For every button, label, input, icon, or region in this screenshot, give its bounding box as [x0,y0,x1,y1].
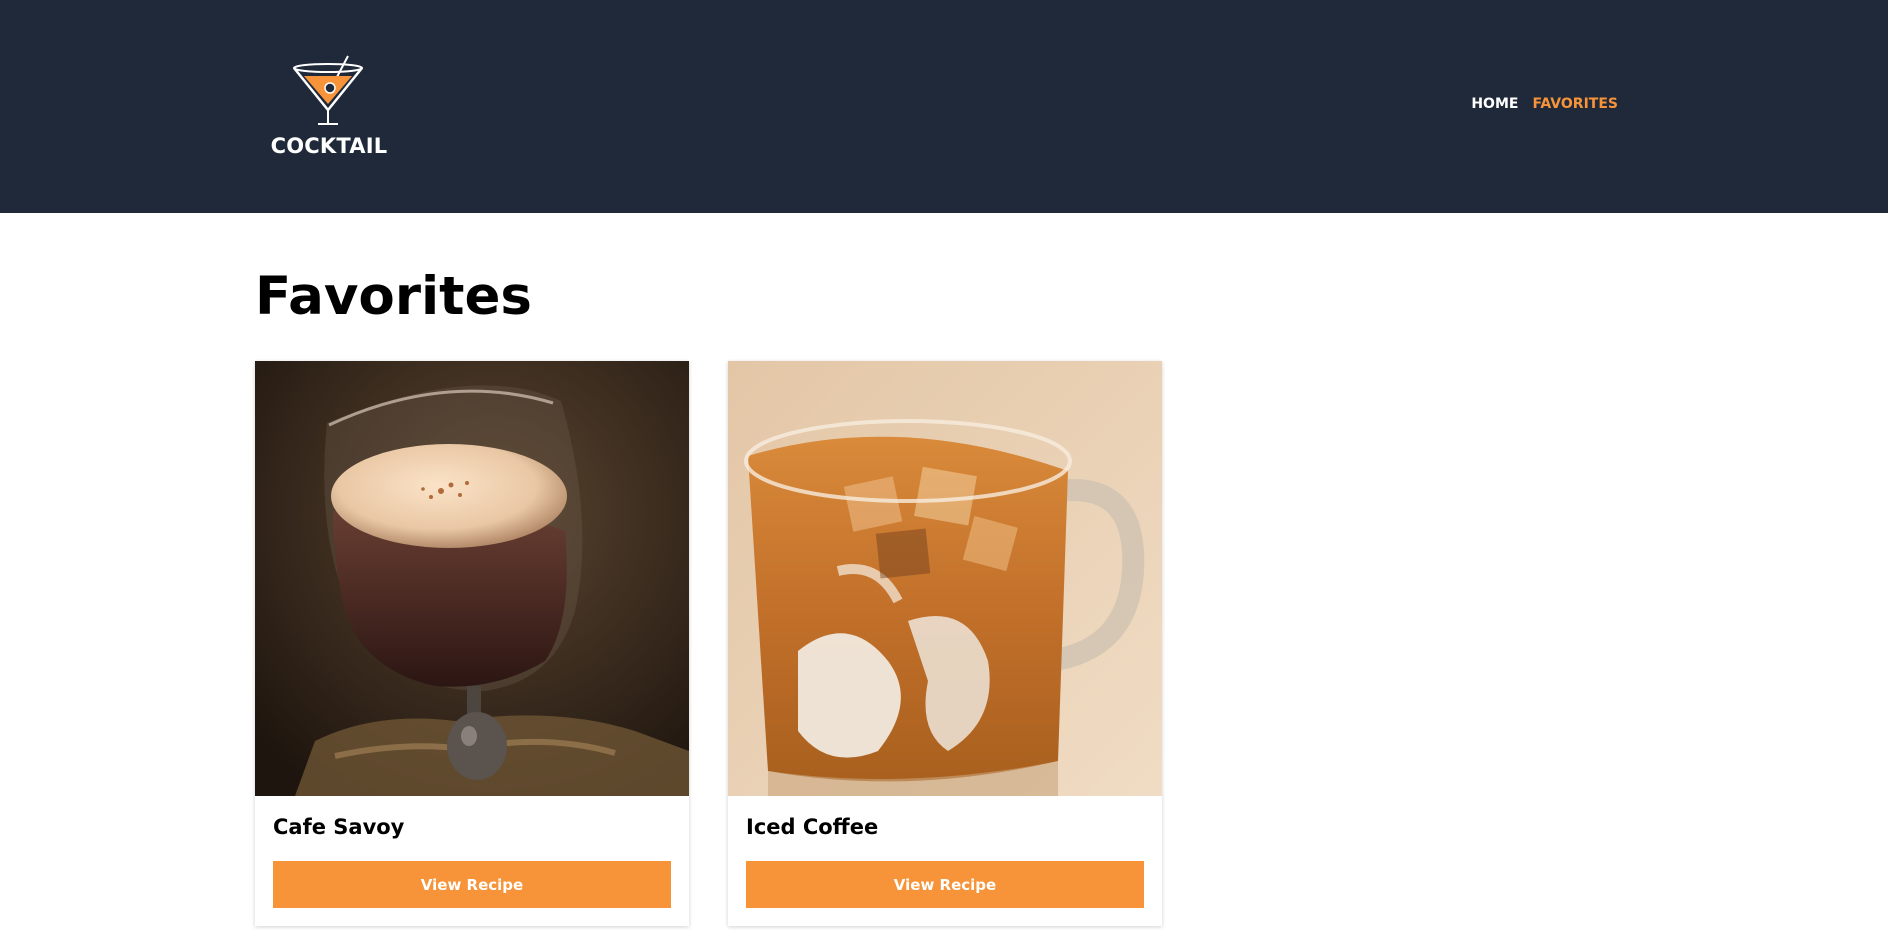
cocktail-logo[interactable]: COCKTAIL [270,54,392,158]
favorite-card: Iced Coffee View Recipe [728,361,1162,926]
cafe-savoy-image[interactable] [255,361,689,796]
view-recipe-button[interactable]: View Recipe [746,861,1144,908]
main-nav: HOME FAVORITES [1471,96,1618,112]
nav-link-favorites[interactable]: FAVORITES [1532,96,1618,112]
view-recipe-button[interactable]: View Recipe [273,861,671,908]
iced-coffee-image[interactable] [728,361,1162,796]
page-title: Favorites [255,266,532,327]
card-title: Iced Coffee [746,815,879,839]
nav-link-home[interactable]: HOME [1471,96,1518,112]
logo-text: COCKTAIL [270,134,388,158]
martini-glass-icon [293,55,363,125]
favorite-card: Cafe Savoy View Recipe [255,361,689,926]
card-title: Cafe Savoy [273,815,405,839]
site-header: COCKTAIL HOME FAVORITES [0,0,1888,213]
